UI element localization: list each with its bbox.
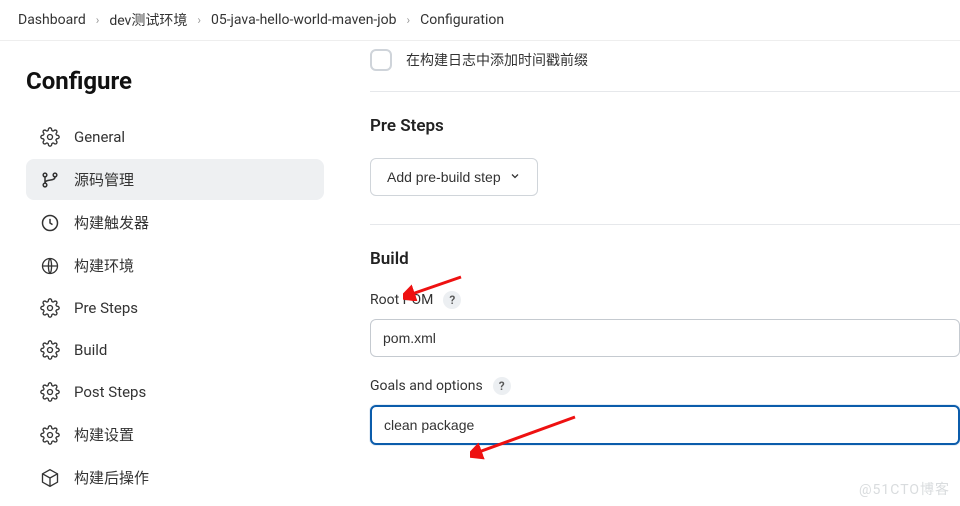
- sidebar-item-triggers[interactable]: 构建触发器: [26, 202, 324, 243]
- breadcrumb-item[interactable]: 05-java-hello-world-maven-job: [211, 12, 397, 28]
- main-content: 在构建日志中添加时间戳前缀 Pre Steps Add pre-build st…: [340, 41, 960, 506]
- clock-icon: [40, 213, 60, 233]
- page-title: Configure: [26, 67, 324, 95]
- sidebar-nav: General 源码管理 构建触发器 构建环境: [26, 117, 324, 498]
- cube-icon: [40, 468, 60, 488]
- sidebar-item-pre-steps[interactable]: Pre Steps: [26, 288, 324, 328]
- sidebar-item-label: 构建触发器: [74, 212, 149, 233]
- sidebar-item-label: Pre Steps: [74, 299, 138, 317]
- sidebar-item-label: General: [74, 128, 125, 146]
- chevron-right-icon: ›: [96, 13, 100, 27]
- sidebar-item-label: Build: [74, 341, 107, 359]
- gear-icon: [40, 382, 60, 402]
- help-icon[interactable]: ?: [443, 291, 461, 309]
- sidebar-item-post-steps[interactable]: Post Steps: [26, 372, 324, 412]
- gear-icon: [40, 340, 60, 360]
- breadcrumb-item[interactable]: Dashboard: [18, 12, 86, 28]
- timestamp-checkbox-label: 在构建日志中添加时间戳前缀: [406, 50, 588, 70]
- build-title: Build: [370, 249, 960, 269]
- goals-input[interactable]: [370, 405, 960, 445]
- root-pom-input[interactable]: [370, 319, 960, 357]
- gear-icon: [40, 127, 60, 147]
- pre-steps-title: Pre Steps: [370, 116, 960, 136]
- branch-icon: [40, 170, 60, 190]
- root-pom-label: Root POM: [370, 292, 433, 308]
- sidebar-item-label: 构建环境: [74, 255, 134, 276]
- breadcrumb-item[interactable]: dev测试环境: [109, 10, 187, 30]
- sidebar-item-environment[interactable]: 构建环境: [26, 245, 324, 286]
- sidebar: Configure General 源码管理 构建触发器: [0, 41, 340, 506]
- breadcrumb-item[interactable]: Configuration: [420, 12, 504, 28]
- sidebar-item-label: 源码管理: [74, 169, 134, 190]
- chevron-down-icon: [509, 169, 521, 185]
- divider: [370, 224, 960, 225]
- sidebar-item-label: 构建后操作: [74, 467, 149, 488]
- chevron-right-icon: ›: [197, 13, 201, 27]
- help-icon[interactable]: ?: [493, 377, 511, 395]
- timestamp-checkbox[interactable]: [370, 49, 392, 71]
- gear-icon: [40, 298, 60, 318]
- goals-label: Goals and options: [370, 378, 483, 394]
- sidebar-item-scm[interactable]: 源码管理: [26, 159, 324, 200]
- sidebar-item-build[interactable]: Build: [26, 330, 324, 370]
- sidebar-item-build-settings[interactable]: 构建设置: [26, 414, 324, 455]
- add-pre-build-step-button[interactable]: Add pre-build step: [370, 158, 538, 196]
- sidebar-item-post-build[interactable]: 构建后操作: [26, 457, 324, 498]
- globe-icon: [40, 256, 60, 276]
- timestamp-checkbox-row: 在构建日志中添加时间戳前缀: [370, 49, 960, 71]
- sidebar-item-label: Post Steps: [74, 383, 146, 401]
- sidebar-item-label: 构建设置: [74, 424, 134, 445]
- sidebar-item-general[interactable]: General: [26, 117, 324, 157]
- divider: [370, 91, 960, 92]
- breadcrumb: Dashboard › dev测试环境 › 05-java-hello-worl…: [0, 0, 960, 41]
- add-pre-build-step-label: Add pre-build step: [387, 169, 501, 185]
- gear-icon: [40, 425, 60, 445]
- chevron-right-icon: ›: [407, 13, 411, 27]
